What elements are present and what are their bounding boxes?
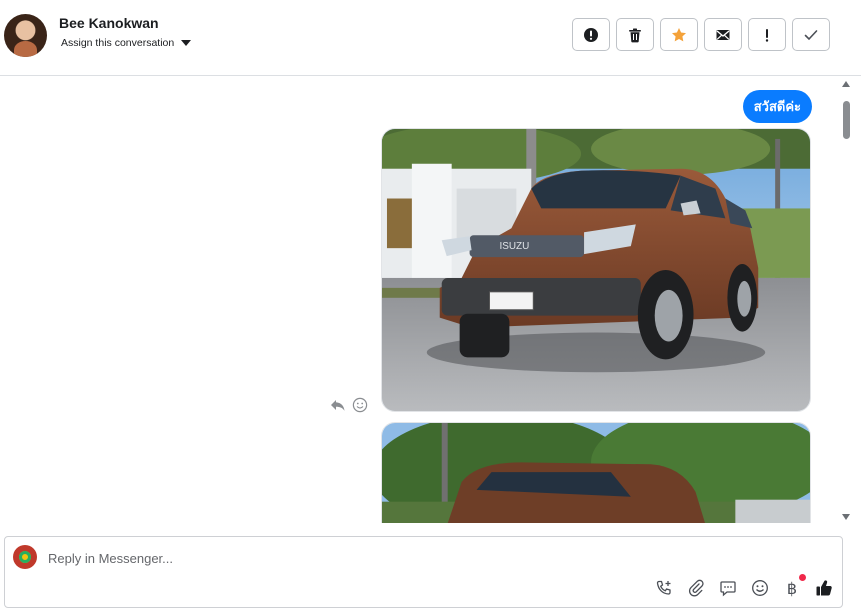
conversation-toolbar — [572, 18, 830, 51]
page-avatar — [13, 545, 37, 569]
star-icon — [672, 27, 686, 41]
thumbs-up-icon — [816, 580, 832, 596]
emoji-icon — [752, 580, 768, 596]
mark-spam-button[interactable] — [572, 18, 610, 51]
car-photo-attachment[interactable]: ISUZU — [381, 128, 811, 412]
trash-icon — [629, 28, 641, 42]
caret-down-icon — [181, 40, 192, 46]
send-like-button[interactable] — [814, 577, 834, 599]
outgoing-message-bubble[interactable]: สวัสดีค่ะ — [742, 90, 812, 123]
conversation-header: Bee Kanokwan Assign this conversation — [0, 0, 861, 76]
scroll-up-arrow-icon[interactable] — [842, 81, 850, 87]
emoji-reaction-icon[interactable] — [352, 397, 368, 413]
delete-button[interactable] — [616, 18, 654, 51]
message-thread: สวัสดีค่ะ ISUZU — [0, 77, 840, 523]
svg-text:ISUZU: ISUZU — [499, 241, 529, 252]
reply-composer: ฿ — [4, 536, 843, 608]
payment-button[interactable]: ฿ — [782, 574, 806, 599]
attach-file-button[interactable] — [686, 577, 706, 599]
baht-icon: ฿ — [786, 578, 798, 598]
assign-conversation-label: Assign this conversation — [61, 37, 175, 49]
car-photo-image: ISUZU — [382, 129, 810, 411]
scroll-thumb[interactable] — [843, 101, 850, 139]
exclamation-circle-icon — [584, 27, 598, 42]
emoji-button[interactable] — [750, 577, 770, 599]
phone-plus-icon — [656, 580, 671, 595]
chat-bubble-icon — [720, 581, 736, 597]
composer-tools: ฿ — [654, 574, 834, 599]
envelope-icon — [716, 29, 730, 40]
contact-name[interactable]: Bee Kanokwan — [59, 15, 159, 31]
scroll-down-arrow-icon[interactable] — [842, 514, 850, 520]
paperclip-icon — [688, 579, 704, 597]
notification-dot — [799, 574, 806, 581]
follow-up-button[interactable] — [748, 18, 786, 51]
car-photo-attachment-2[interactable] — [381, 422, 811, 523]
assign-conversation-dropdown[interactable]: Assign this conversation — [61, 37, 192, 49]
saved-replies-button[interactable] — [718, 577, 738, 599]
contact-avatar[interactable] — [4, 14, 47, 57]
check-icon — [804, 29, 818, 40]
reply-input[interactable] — [48, 547, 608, 569]
message-thread-scrollbar[interactable] — [840, 77, 853, 523]
mark-unread-button[interactable] — [704, 18, 742, 51]
message-actions — [330, 397, 368, 413]
car-photo-image-2 — [382, 423, 810, 523]
reply-icon[interactable] — [330, 397, 346, 413]
messenger-inbox: Bee Kanokwan Assign this conversation สว… — [0, 0, 861, 616]
star-button[interactable] — [660, 18, 698, 51]
mark-done-button[interactable] — [792, 18, 830, 51]
call-button[interactable] — [654, 577, 674, 599]
exclamation-icon — [765, 28, 769, 42]
